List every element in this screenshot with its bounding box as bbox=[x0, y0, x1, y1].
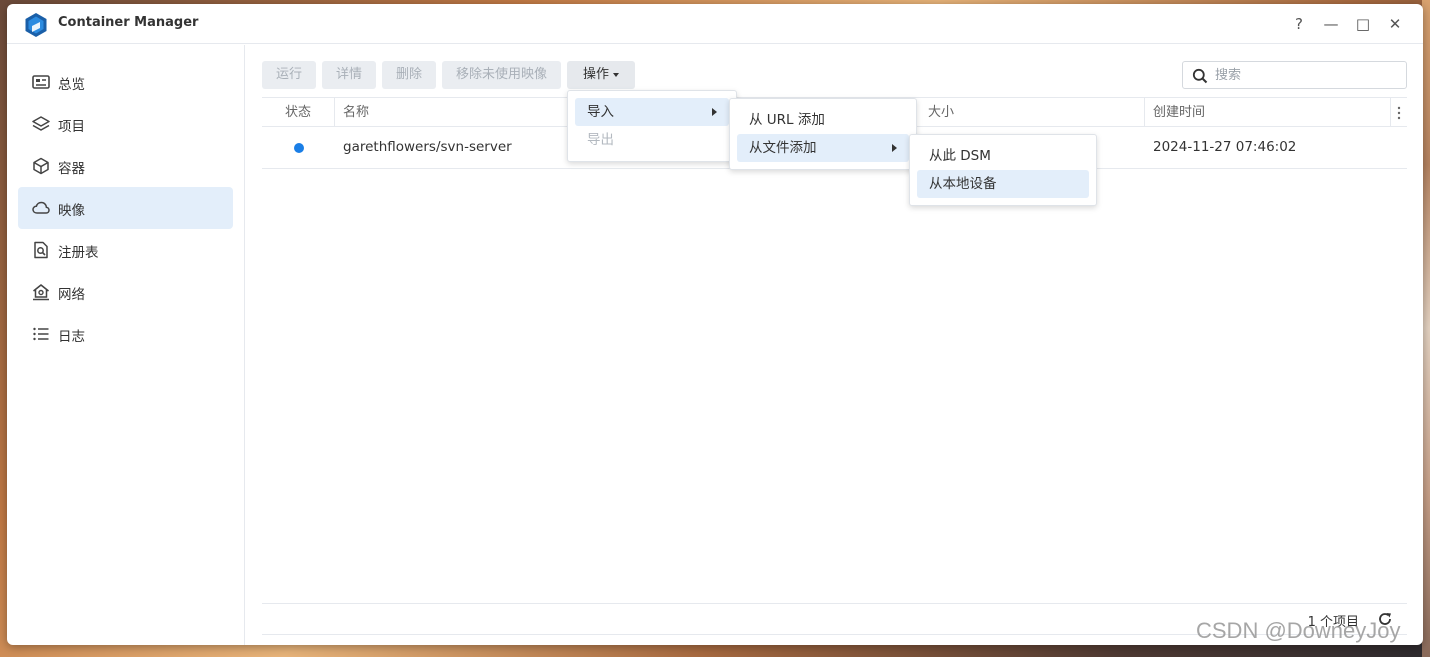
import-submenu: 从 URL 添加 从文件添加 bbox=[729, 98, 917, 170]
sidebar-item-network[interactable]: 网络 bbox=[18, 271, 233, 313]
caret-down-icon bbox=[613, 72, 619, 77]
sidebar-item-label: 项目 bbox=[58, 119, 85, 135]
menu-item-add-from-file[interactable]: 从文件添加 bbox=[737, 134, 909, 162]
cube-icon bbox=[33, 157, 49, 175]
menu-item-label: 从 URL 添加 bbox=[749, 112, 825, 128]
column-divider bbox=[1390, 98, 1391, 127]
menu-item-export[interactable]: 导出 bbox=[575, 126, 729, 154]
operations-dropdown-button[interactable]: 操作 bbox=[567, 61, 635, 89]
sidebar-item-label: 网络 bbox=[58, 287, 85, 303]
menu-item-add-from-url[interactable]: 从 URL 添加 bbox=[737, 106, 909, 134]
menu-item-label: 导入 bbox=[587, 104, 614, 120]
column-created[interactable]: 创建时间 bbox=[1153, 98, 1205, 127]
app-title: Container Manager bbox=[58, 15, 199, 30]
menu-item-from-local-device[interactable]: 从本地设备 bbox=[917, 170, 1089, 198]
sidebar-item-label: 映像 bbox=[58, 203, 85, 219]
column-status[interactable]: 状态 bbox=[285, 98, 311, 127]
list-icon bbox=[33, 327, 49, 341]
cloud-icon bbox=[32, 201, 50, 214]
registry-search-icon bbox=[34, 241, 48, 259]
sidebar-item-overview[interactable]: 总览 bbox=[18, 61, 233, 103]
help-button[interactable]: ? bbox=[1289, 14, 1309, 34]
sidebar-item-logs[interactable]: 日志 bbox=[18, 313, 233, 355]
search-box[interactable] bbox=[1182, 61, 1407, 89]
watermark: CSDN @DowneyJoy bbox=[1196, 618, 1401, 643]
title-bar: Container Manager ? — □ ✕ bbox=[7, 4, 1423, 44]
sidebar-item-projects[interactable]: 项目 bbox=[18, 103, 233, 145]
image-created-time: 2024-11-27 07:46:02 bbox=[1153, 139, 1297, 155]
run-button[interactable]: 运行 bbox=[262, 61, 316, 89]
menu-item-label: 从此 DSM bbox=[929, 148, 991, 164]
sidebar-item-registry[interactable]: 注册表 bbox=[18, 229, 233, 271]
status-running-indicator bbox=[294, 143, 304, 153]
sidebar-item-containers[interactable]: 容器 bbox=[18, 145, 233, 187]
minimize-button[interactable]: — bbox=[1321, 14, 1341, 34]
image-name: garethflowers/svn-server bbox=[343, 139, 512, 155]
menu-item-from-this-dsm[interactable]: 从此 DSM bbox=[917, 142, 1089, 170]
operations-menu: 导入 导出 bbox=[567, 90, 737, 162]
column-options-icon[interactable] bbox=[1396, 106, 1402, 120]
sidebar-item-images[interactable]: 映像 bbox=[18, 187, 233, 229]
menu-item-import[interactable]: 导入 bbox=[575, 98, 729, 126]
details-button[interactable]: 详情 bbox=[322, 61, 376, 89]
column-divider bbox=[1144, 98, 1145, 127]
sidebar-item-label: 总览 bbox=[58, 77, 85, 93]
operations-label: 操作 bbox=[582, 67, 609, 82]
sidebar-item-label: 日志 bbox=[58, 329, 85, 345]
maximize-button[interactable]: □ bbox=[1353, 14, 1373, 34]
container-manager-logo-icon bbox=[25, 13, 47, 37]
delete-button[interactable]: 删除 bbox=[382, 61, 436, 89]
file-submenu: 从此 DSM 从本地设备 bbox=[909, 134, 1097, 206]
sidebar-item-label: 注册表 bbox=[58, 245, 99, 261]
menu-item-label: 从文件添加 bbox=[749, 140, 817, 156]
app-window: Container Manager ? — □ ✕ 总览 项目 容器 映像 注册… bbox=[7, 4, 1423, 645]
close-button[interactable]: ✕ bbox=[1385, 14, 1405, 34]
sidebar-item-label: 容器 bbox=[58, 161, 85, 177]
column-divider bbox=[334, 98, 335, 127]
desktop-background-edge bbox=[1422, 0, 1430, 657]
menu-item-label: 从本地设备 bbox=[929, 176, 997, 192]
overview-icon bbox=[32, 75, 50, 89]
remove-unused-images-button[interactable]: 移除未使用映像 bbox=[442, 61, 561, 89]
submenu-arrow-icon bbox=[892, 144, 897, 152]
column-name[interactable]: 名称 bbox=[343, 98, 369, 127]
submenu-arrow-icon bbox=[712, 108, 717, 116]
sidebar: 总览 项目 容器 映像 注册表 网络 日志 bbox=[7, 45, 245, 645]
menu-item-label: 导出 bbox=[587, 132, 614, 148]
search-input[interactable] bbox=[1215, 65, 1395, 85]
layers-icon bbox=[32, 116, 50, 131]
network-home-icon bbox=[33, 284, 49, 301]
search-icon bbox=[1192, 68, 1208, 84]
column-size[interactable]: 大小 bbox=[928, 98, 954, 127]
